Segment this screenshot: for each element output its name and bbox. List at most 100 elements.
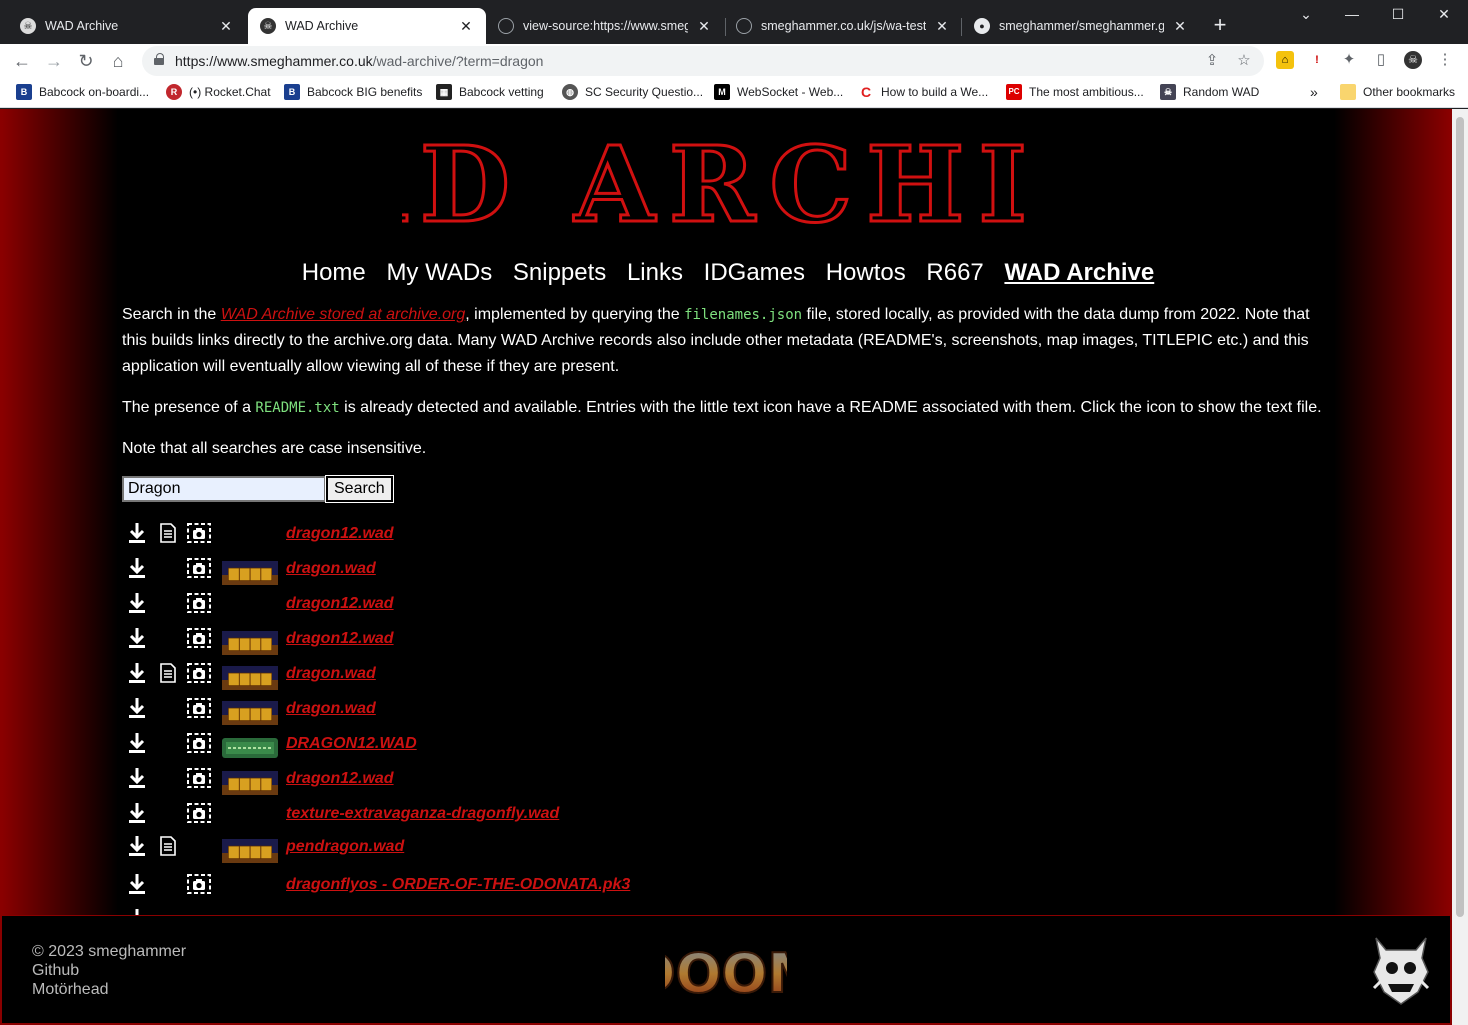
readme-text-icon[interactable] <box>158 834 178 858</box>
screenshot-camera-icon[interactable] <box>186 626 212 650</box>
doom-titlepic-thumbnail[interactable]: ▆▆▆▆ <box>222 701 278 725</box>
screenshot-camera-icon[interactable] <box>186 521 212 545</box>
other-bookmarks[interactable]: Other bookmarks <box>1340 84 1455 100</box>
screenshot-camera-icon[interactable] <box>186 591 212 615</box>
extensions-puzzle-icon[interactable]: ✦ <box>1340 51 1358 69</box>
close-tab-icon[interactable]: ✕ <box>1172 18 1188 35</box>
bookmark-item[interactable]: R (•) Rocket.Chat <box>166 84 271 100</box>
bookmark-label: Babcock vetting <box>459 85 544 99</box>
nav-howtos[interactable]: Howtos <box>826 259 906 286</box>
minimize-button[interactable]: — <box>1342 6 1362 22</box>
bookmark-item[interactable]: ▦ Babcock vetting <box>436 84 544 100</box>
result-filename-link[interactable]: dragonflyos - ORDER-OF-THE-ODONATA.pk3 <box>286 876 630 894</box>
back-arrow-icon[interactable]: ← <box>10 49 34 73</box>
nav-r667[interactable]: R667 <box>926 259 983 286</box>
bookmark-item[interactable]: M WebSocket - Web... <box>714 84 843 100</box>
menu-kebab-icon[interactable]: ⋮ <box>1436 51 1454 69</box>
forward-arrow-icon[interactable]: → <box>42 49 66 73</box>
close-tab-icon[interactable]: ✕ <box>458 18 474 35</box>
nav-idgames[interactable]: IDGames <box>704 259 805 286</box>
extension-red-icon[interactable]: ! <box>1308 51 1326 69</box>
close-tab-icon[interactable]: ✕ <box>934 18 950 35</box>
doom-titlepic-thumbnail[interactable]: ▆▆▆▆ <box>222 631 278 655</box>
nav-wad-archive[interactable]: WAD Archive <box>1004 259 1154 286</box>
download-icon[interactable] <box>126 834 148 858</box>
bookmark-item[interactable]: PC The most ambitious... <box>1006 84 1144 100</box>
browser-tab-3[interactable]: view-source:https://www.smegha ✕ <box>486 8 724 44</box>
search-input[interactable] <box>122 476 326 502</box>
page-scrollbar[interactable] <box>1452 109 1468 1025</box>
close-window-button[interactable]: ✕ <box>1434 6 1454 23</box>
bookmark-item[interactable]: B Babcock BIG benefits <box>284 84 422 100</box>
readme-text-icon[interactable] <box>158 521 178 545</box>
new-tab-button[interactable]: + <box>1208 13 1232 37</box>
doom-titlepic-thumbnail[interactable]: ▆▆▆▆ <box>222 561 278 585</box>
download-icon[interactable] <box>126 766 148 790</box>
doom-titlepic-thumbnail[interactable]: ▆▆▆▆ <box>222 771 278 795</box>
result-filename-link[interactable]: dragon12.wad <box>286 525 394 543</box>
download-icon[interactable] <box>126 907 148 915</box>
screenshot-camera-icon[interactable] <box>186 556 212 580</box>
nav-links[interactable]: Links <box>627 259 683 286</box>
result-filename-link[interactable]: dragon12.wad <box>286 630 394 648</box>
more-bookmarks-chevron[interactable]: » <box>1310 84 1318 100</box>
download-icon[interactable] <box>126 696 148 720</box>
browser-tab-5[interactable]: ● smeghammer/smeghammer.githu ✕ <box>962 8 1200 44</box>
motorhead-link[interactable]: Motörhead <box>32 980 186 999</box>
screenshot-camera-icon[interactable] <box>186 696 212 720</box>
screenshot-camera-icon[interactable] <box>186 766 212 790</box>
extension-house-icon[interactable]: ⌂ <box>1276 51 1294 69</box>
download-icon[interactable] <box>126 872 148 896</box>
result-filename-link[interactable]: dragon.wad <box>286 560 376 578</box>
home-icon[interactable]: ⌂ <box>106 49 130 73</box>
browser-tab-2-active[interactable]: ☠ WAD Archive ✕ <box>248 8 486 44</box>
bookmark-item[interactable]: C How to build a We... <box>858 84 988 100</box>
screenshot-camera-icon[interactable] <box>186 731 212 755</box>
bookmark-star-icon[interactable]: ☆ <box>1234 51 1254 69</box>
close-tab-icon[interactable]: ✕ <box>696 18 712 35</box>
search-button[interactable]: Search <box>325 475 394 503</box>
archive-org-link[interactable]: WAD Archive stored at archive.org <box>221 306 466 323</box>
nav-my-wads[interactable]: My WADs <box>386 259 492 286</box>
screenshot-camera-icon[interactable] <box>186 661 212 685</box>
download-icon[interactable] <box>126 731 148 755</box>
tab-search-chevron-icon[interactable]: ⌄ <box>1296 6 1316 23</box>
download-icon[interactable] <box>126 591 148 615</box>
screenshot-camera-icon[interactable] <box>186 872 212 896</box>
bookmark-item[interactable]: ☠ Random WAD <box>1160 84 1259 100</box>
result-filename-link[interactable]: dragon.wad <box>286 700 376 718</box>
result-filename-link[interactable]: pendragon.wad <box>286 838 404 856</box>
result-filename-link[interactable]: DRAGON12.WAD <box>286 735 417 753</box>
maximize-button[interactable]: ☐ <box>1388 6 1408 23</box>
nav-snippets[interactable]: Snippets <box>513 259 606 286</box>
result-filename-link[interactable]: dragon12.wad <box>286 770 394 788</box>
scrollbar-thumb[interactable] <box>1456 117 1464 917</box>
side-panel-icon[interactable]: ▯ <box>1372 51 1390 69</box>
doom-titlepic-thumbnail[interactable]: ▆▆▆▆ <box>222 839 278 863</box>
readme-text-icon[interactable] <box>158 661 178 685</box>
profile-avatar[interactable]: ☠ <box>1404 51 1422 69</box>
result-filename-link[interactable]: dragon.wad <box>286 665 376 683</box>
reload-icon[interactable]: ↻ <box>74 49 98 73</box>
browser-tab-1[interactable]: ☠ WAD Archive ✕ <box>8 8 246 44</box>
doom-titlepic-thumbnail[interactable]: ▆▆▆▆ <box>222 666 278 690</box>
download-icon[interactable] <box>126 661 148 685</box>
intro-text: Search in the WAD Archive stored at arch… <box>122 302 1334 477</box>
bookmark-item[interactable]: B Babcock on-boardi... <box>16 84 149 100</box>
close-tab-icon[interactable]: ✕ <box>218 18 234 35</box>
result-filename-link[interactable]: texture-extravaganza-dragonfly.wad <box>286 805 559 823</box>
screenshot-camera-icon[interactable] <box>186 801 212 825</box>
bookmark-item[interactable]: ◍ SC Security Questio... <box>562 84 703 100</box>
github-link[interactable]: Github <box>32 961 186 980</box>
heretic-titlepic-thumbnail[interactable] <box>222 736 278 760</box>
share-icon[interactable]: ⇪ <box>1202 51 1222 69</box>
browser-tab-4[interactable]: smeghammer.co.uk/js/wa-test.js ✕ <box>724 8 962 44</box>
result-filename-link[interactable]: dragon12.wad <box>286 595 394 613</box>
url-text[interactable]: https://www.smeghammer.co.uk/wad-archive… <box>175 53 543 69</box>
address-bar[interactable]: https://www.smeghammer.co.uk/wad-archive… <box>142 46 1264 76</box>
download-icon[interactable] <box>126 801 148 825</box>
download-icon[interactable] <box>126 556 148 580</box>
download-icon[interactable] <box>126 521 148 545</box>
nav-home[interactable]: Home <box>302 259 366 286</box>
download-icon[interactable] <box>126 626 148 650</box>
